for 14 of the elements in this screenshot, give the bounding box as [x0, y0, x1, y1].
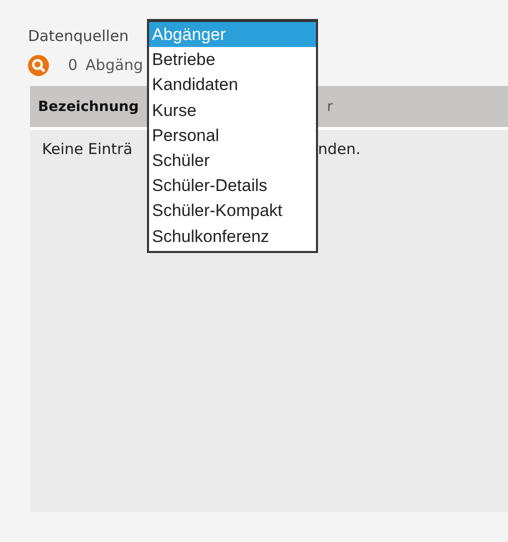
dropdown-option[interactable]: Schüler-Details: [149, 173, 316, 198]
empty-message: nden.: [318, 140, 361, 158]
record-count: 0: [68, 56, 78, 74]
dropdown-option[interactable]: Schüler: [149, 148, 316, 174]
dropdown-option[interactable]: Schulkonferenz: [149, 224, 316, 249]
search-icon[interactable]: [28, 54, 49, 76]
dropdown-option[interactable]: Personal: [149, 122, 316, 148]
record-type: Abgäng: [86, 56, 144, 74]
empty-message: Keine Einträ: [42, 140, 134, 158]
dropdown-option[interactable]: Kurse: [149, 98, 316, 123]
field-label: Datenquellen: [28, 27, 129, 45]
dropdown-option[interactable]: Schüler-Kompakt: [149, 198, 316, 224]
dropdown-option[interactable]: Betriebe: [149, 47, 316, 72]
dropdown-option[interactable]: Kandidaten: [149, 72, 316, 98]
